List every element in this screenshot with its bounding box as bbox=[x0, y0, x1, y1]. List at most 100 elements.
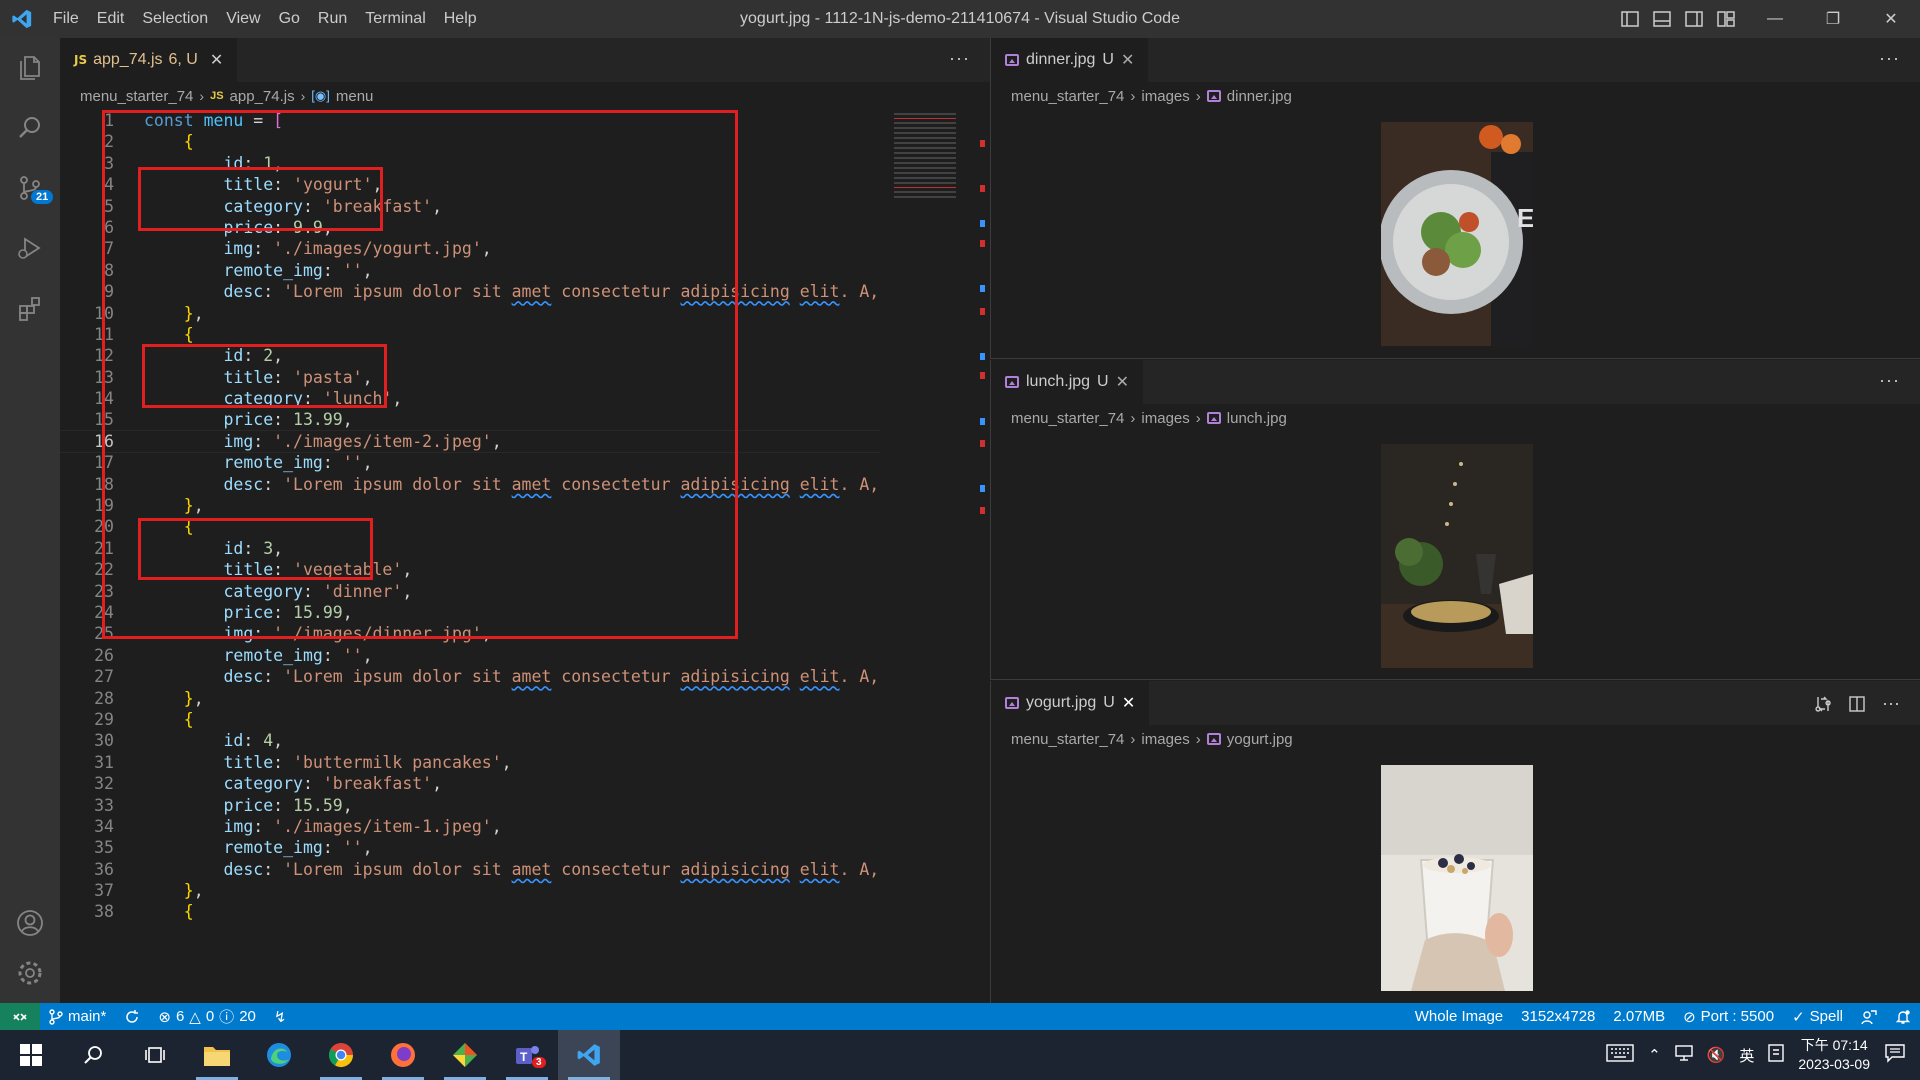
code-line[interactable]: 34 img: './images/item-1.jpeg', bbox=[60, 816, 880, 837]
code-line[interactable]: 19 }, bbox=[60, 495, 880, 516]
code-line[interactable]: 15 price: 13.99, bbox=[60, 409, 880, 430]
breadcrumb-subfolder[interactable]: images bbox=[1141, 410, 1189, 427]
edge-icon[interactable] bbox=[248, 1030, 310, 1080]
breadcrumb-folder[interactable]: menu_starter_74 bbox=[80, 88, 193, 105]
code-line[interactable]: 5 category: 'breakfast', bbox=[60, 196, 880, 217]
touch-keyboard-icon[interactable] bbox=[1606, 1044, 1634, 1066]
breadcrumb-subfolder[interactable]: images bbox=[1141, 731, 1189, 748]
code-line[interactable]: 12 id: 2, bbox=[60, 345, 880, 366]
toggle-panel-icon[interactable] bbox=[1653, 11, 1671, 27]
menu-terminal[interactable]: Terminal bbox=[356, 0, 434, 38]
close-tab-icon[interactable]: ✕ bbox=[210, 50, 223, 70]
code-line[interactable]: 27 desc: 'Lorem ipsum dolor sit amet con… bbox=[60, 666, 880, 687]
more-actions-icon[interactable]: ··· bbox=[1879, 48, 1900, 69]
breadcrumb-symbol[interactable]: menu bbox=[336, 88, 374, 105]
branch-indicator[interactable]: main* bbox=[40, 1008, 115, 1025]
code-line[interactable]: 23 category: 'dinner', bbox=[60, 581, 880, 602]
toggle-primary-sidebar-icon[interactable] bbox=[1621, 11, 1639, 27]
code-line[interactable]: 4 title: 'yogurt', bbox=[60, 174, 880, 195]
search-icon[interactable] bbox=[0, 98, 60, 158]
more-actions-icon[interactable]: ··· bbox=[949, 48, 970, 69]
breadcrumb-folder[interactable]: menu_starter_74 bbox=[1011, 88, 1124, 105]
ime-mode-icon[interactable] bbox=[1768, 1044, 1785, 1066]
code-line[interactable]: 38 { bbox=[60, 901, 880, 922]
git-icon[interactable] bbox=[434, 1030, 496, 1080]
toggle-secondary-sidebar-icon[interactable] bbox=[1685, 11, 1703, 27]
tab-lunch-jpg[interactable]: lunch.jpg U ✕ bbox=[991, 360, 1144, 404]
close-window-icon[interactable]: ✕ bbox=[1862, 0, 1920, 38]
close-tab-icon[interactable]: ✕ bbox=[1116, 372, 1129, 392]
breadcrumb-subfolder[interactable]: images bbox=[1141, 88, 1189, 105]
menu-help[interactable]: Help bbox=[435, 0, 486, 38]
code-line[interactable]: 6 price: 9.9, bbox=[60, 217, 880, 238]
restore-icon[interactable]: ❐ bbox=[1804, 0, 1862, 38]
code-line[interactable]: 25 img: './images/dinner.jpg', bbox=[60, 623, 880, 644]
notification-center-icon[interactable] bbox=[1884, 1043, 1906, 1067]
code-line[interactable]: 26 remote_img: '', bbox=[60, 645, 880, 666]
customize-layout-icon[interactable] bbox=[1717, 11, 1735, 27]
menu-go[interactable]: Go bbox=[270, 0, 309, 38]
breadcrumb-file[interactable]: app_74.js bbox=[230, 88, 295, 105]
windows-start-icon[interactable] bbox=[0, 1030, 62, 1080]
code-line[interactable]: 32 category: 'breakfast', bbox=[60, 773, 880, 794]
spell-check[interactable]: ✓ Spell bbox=[1783, 1008, 1852, 1026]
task-view-icon[interactable] bbox=[124, 1030, 186, 1080]
code-line[interactable]: 35 remote_img: '', bbox=[60, 837, 880, 858]
explorer-icon[interactable] bbox=[0, 38, 60, 98]
tab-yogurt-jpg[interactable]: yogurt.jpg U ✕ bbox=[991, 681, 1150, 725]
code-line[interactable]: 13 title: 'pasta', bbox=[60, 367, 880, 388]
close-tab-icon[interactable]: ✕ bbox=[1122, 693, 1135, 713]
image-zoom-mode[interactable]: Whole Image bbox=[1406, 1008, 1512, 1025]
code-line[interactable]: 33 price: 15.59, bbox=[60, 795, 880, 816]
code-line[interactable]: 1 const menu = [ bbox=[60, 110, 880, 131]
tab-dinner-jpg[interactable]: dinner.jpg U ✕ bbox=[991, 38, 1149, 82]
breadcrumb-folder[interactable]: menu_starter_74 bbox=[1011, 410, 1124, 427]
source-control-icon[interactable]: 21 bbox=[0, 158, 60, 218]
tab-app-js[interactable]: JS app_74.js 6, U ✕ bbox=[60, 38, 238, 82]
breadcrumb-file[interactable]: lunch.jpg bbox=[1227, 410, 1287, 427]
open-changes-icon[interactable] bbox=[1814, 695, 1832, 713]
minimap[interactable] bbox=[890, 110, 960, 260]
system-clock[interactable]: 下午 07:14 2023-03-09 bbox=[1798, 1036, 1870, 1074]
menu-view[interactable]: View bbox=[217, 0, 269, 38]
menu-file[interactable]: File bbox=[44, 0, 88, 38]
code-line[interactable]: 11 { bbox=[60, 324, 880, 345]
feedback-icon[interactable] bbox=[1852, 1009, 1886, 1025]
code-area[interactable]: 1 const menu = [2 {3 id: 1, 4 title: 'yogu… bbox=[60, 110, 880, 1003]
code-line[interactable]: 18 desc: 'Lorem ipsum dolor sit amet con… bbox=[60, 474, 880, 495]
code-line[interactable]: 24 price: 15.99, bbox=[60, 602, 880, 623]
breadcrumb-folder[interactable]: menu_starter_74 bbox=[1011, 731, 1124, 748]
code-line[interactable]: 37 }, bbox=[60, 880, 880, 901]
firefox-icon[interactable] bbox=[372, 1030, 434, 1080]
remote-indicator-icon[interactable] bbox=[0, 1003, 40, 1030]
split-editor-icon[interactable] bbox=[1848, 695, 1866, 713]
code-line[interactable]: 21 id: 3, bbox=[60, 538, 880, 559]
code-line[interactable]: 16 img: './images/item-2.jpeg', bbox=[60, 429, 880, 454]
breadcrumb-file[interactable]: dinner.jpg bbox=[1227, 88, 1292, 105]
menu-run[interactable]: Run bbox=[309, 0, 356, 38]
extensions-icon[interactable] bbox=[0, 278, 60, 338]
breadcrumb-file[interactable]: yogurt.jpg bbox=[1227, 731, 1293, 748]
scrollbar[interactable] bbox=[980, 110, 990, 1003]
chrome-icon[interactable] bbox=[310, 1030, 372, 1080]
code-line[interactable]: 20 { bbox=[60, 516, 880, 537]
code-line[interactable]: 8 remote_img: '', bbox=[60, 260, 880, 281]
problems-indicator[interactable]: ⊗ 6 △ 0 ⓘ 20 bbox=[149, 1006, 265, 1027]
settings-gear-icon[interactable] bbox=[0, 943, 60, 1003]
notifications-icon[interactable] bbox=[1886, 1009, 1920, 1025]
code-line[interactable]: 30 id: 4, bbox=[60, 730, 880, 751]
more-actions-icon[interactable]: ··· bbox=[1879, 370, 1900, 391]
code-line[interactable]: 22 title: 'vegetable', bbox=[60, 559, 880, 580]
code-line[interactable]: 29 { bbox=[60, 709, 880, 730]
chevron-up-icon[interactable]: ⌃ bbox=[1648, 1046, 1661, 1064]
teams-icon[interactable]: T 3 bbox=[496, 1030, 558, 1080]
file-explorer-icon[interactable] bbox=[186, 1030, 248, 1080]
menu-selection[interactable]: Selection bbox=[133, 0, 217, 38]
vscode-icon[interactable] bbox=[558, 1030, 620, 1080]
close-tab-icon[interactable]: ✕ bbox=[1121, 50, 1134, 70]
code-line[interactable]: 7 img: './images/yogurt.jpg', bbox=[60, 238, 880, 259]
code-line[interactable]: 36 desc: 'Lorem ipsum dolor sit amet con… bbox=[60, 859, 880, 880]
network-icon[interactable] bbox=[1674, 1045, 1693, 1065]
sync-icon[interactable] bbox=[115, 1009, 149, 1025]
run-debug-icon[interactable] bbox=[0, 218, 60, 278]
